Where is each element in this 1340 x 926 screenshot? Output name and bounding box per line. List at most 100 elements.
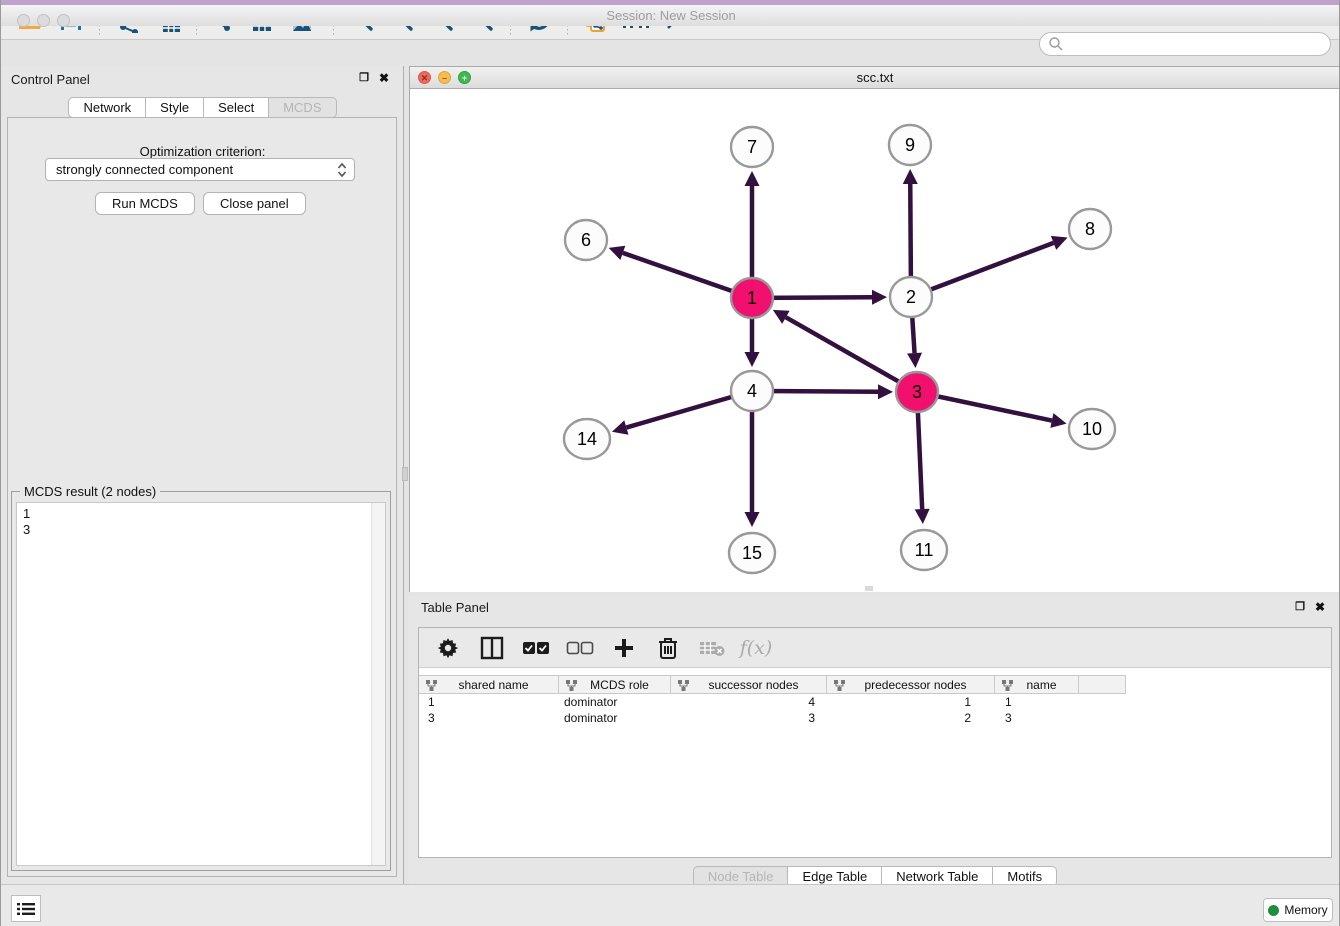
float-panel-icon[interactable]: ❐ [359,71,369,85]
table-header-row: shared nameMCDS rolesuccessor nodesprede… [419,675,1331,694]
graph-node-1[interactable]: 1 [731,278,773,318]
tab-mcds[interactable]: MCDS [269,97,336,118]
node-label: 4 [747,381,757,401]
task-history-button[interactable] [11,895,41,922]
node-table-container: f(x) shared nameMCDS rolesuccessor nodes… [418,627,1332,858]
edge-arrowhead [903,169,918,184]
close-traffic-icon[interactable] [17,14,30,27]
table-cell[interactable]: 1 [419,694,559,710]
window-traffic-lights[interactable] [17,14,70,27]
column-header-successor-nodes[interactable]: successor nodes [671,675,827,694]
tab-network[interactable]: Network [68,97,146,118]
delete-table-icon[interactable] [697,634,727,662]
node-label: 9 [905,135,915,155]
mcds-result-line: 3 [23,522,379,538]
edge-arrowhead [745,171,760,186]
optimization-criterion-label: Optimization criterion: [1,144,404,159]
maximize-traffic-icon[interactable] [57,14,70,27]
table-row[interactable]: 3dominator323 [419,710,1331,726]
function-builder-icon[interactable]: f(x) [741,634,771,662]
edge-arrowhead [907,353,922,368]
memory-button[interactable]: Memory [1263,898,1333,922]
edge-arrowhead [745,352,760,367]
graph-node-3[interactable]: 3 [896,372,938,412]
network-minimize-icon[interactable]: – [438,71,451,84]
graph-node-8[interactable]: 8 [1069,209,1111,249]
float-table-panel-icon[interactable]: ❐ [1295,600,1305,614]
column-header-predecessor-nodes[interactable]: predecessor nodes [827,675,995,694]
column-header-name[interactable]: name [995,675,1079,694]
column-tree-icon [566,680,577,691]
table-cell[interactable]: 2 [827,710,995,726]
edge-arrowhead [872,290,887,305]
table-cell[interactable]: 3 [671,710,827,726]
search-field[interactable] [1039,32,1331,56]
network-window-title: scc.txt [410,67,1340,88]
column-layout-icon[interactable] [477,634,507,662]
close-panel-icon[interactable]: ✖ [379,71,389,85]
run-mcds-button[interactable]: Run MCDS [95,192,195,215]
edge-arrowhead [878,384,893,399]
node-label: 2 [906,287,916,307]
search-input[interactable] [1064,34,1330,54]
node-label: 8 [1085,219,1095,239]
add-column-icon[interactable] [609,634,639,662]
network-close-icon[interactable]: ✕ [418,71,431,84]
graph-node-10[interactable]: 10 [1069,409,1115,449]
graph-node-11[interactable]: 11 [901,530,947,570]
table-cell[interactable]: 1 [827,694,995,710]
node-label: 11 [915,540,934,560]
table-cell[interactable]: dominator [559,710,671,726]
graph-node-7[interactable]: 7 [731,127,773,167]
graph-node-9[interactable]: 9 [889,125,931,165]
network-maximize-icon[interactable]: + [458,71,471,84]
tab-select[interactable]: Select [204,97,269,118]
graph-node-4[interactable]: 4 [731,371,773,411]
node-label: 3 [912,382,922,402]
search-icon [1048,36,1064,52]
edge-arrowhead [1050,413,1066,428]
minimize-traffic-icon[interactable] [37,14,50,27]
network-view-window: ✕ – + scc.txt 7 9 6 8 1 2 4 3 14 10 15 11 [409,66,1340,592]
graph-edge-3-1[interactable] [786,317,917,392]
window-titlebar: Session: New Session [1,5,1340,26]
table-cell[interactable]: 4 [671,694,827,710]
graph-node-2[interactable]: 2 [890,277,932,317]
panel-splitter-handle[interactable] [402,467,408,481]
column-header-MCDS-role[interactable]: MCDS role [559,675,671,694]
table-cell[interactable]: dominator [559,694,671,710]
close-panel-button[interactable]: Close panel [203,192,306,215]
table-row[interactable]: 1dominator411 [419,694,1331,710]
column-header-shared-name[interactable]: shared name [419,675,559,694]
table-cell[interactable]: 3 [419,710,559,726]
result-scrollbar[interactable] [371,503,385,865]
control-panel: Control Panel ❐ ✖ Network Style Select M… [1,66,404,884]
criterion-dropdown[interactable]: strongly connected component [45,158,355,181]
graph-node-15[interactable]: 15 [729,533,775,573]
graph-node-6[interactable]: 6 [565,220,607,260]
unselect-all-columns-icon[interactable] [565,634,595,662]
node-label: 14 [577,429,597,449]
node-label: 6 [581,230,591,250]
table-settings-gear-icon[interactable] [433,634,463,662]
close-table-panel-icon[interactable]: ✖ [1315,600,1325,614]
mcds-result-list[interactable]: 13 [16,502,386,866]
list-icon [17,902,35,916]
canvas-scrollbar-thumb[interactable] [865,586,873,591]
graph-edge-2-8[interactable] [911,243,1054,297]
select-all-columns-icon[interactable] [521,634,551,662]
delete-column-icon[interactable] [653,634,683,662]
tab-style[interactable]: Style [146,97,204,118]
network-window-titlebar[interactable]: ✕ – + scc.txt [410,67,1340,89]
mcds-result-title: MCDS result (2 nodes) [20,484,160,499]
application-window: Session: New Session [0,0,1340,926]
graph-node-14[interactable]: 14 [564,419,610,459]
column-header-filler [1079,675,1126,694]
table-panel-title: Table Panel [421,600,489,615]
table-cell[interactable]: 1 [995,694,1079,710]
network-canvas[interactable]: 7 9 6 8 1 2 4 3 14 10 15 11 [410,89,1340,592]
table-cell[interactable]: 3 [995,710,1079,726]
mcds-result-lines: 13 [23,506,379,538]
status-bar: Memory [1,884,1340,926]
control-panel-title: Control Panel [11,72,90,87]
